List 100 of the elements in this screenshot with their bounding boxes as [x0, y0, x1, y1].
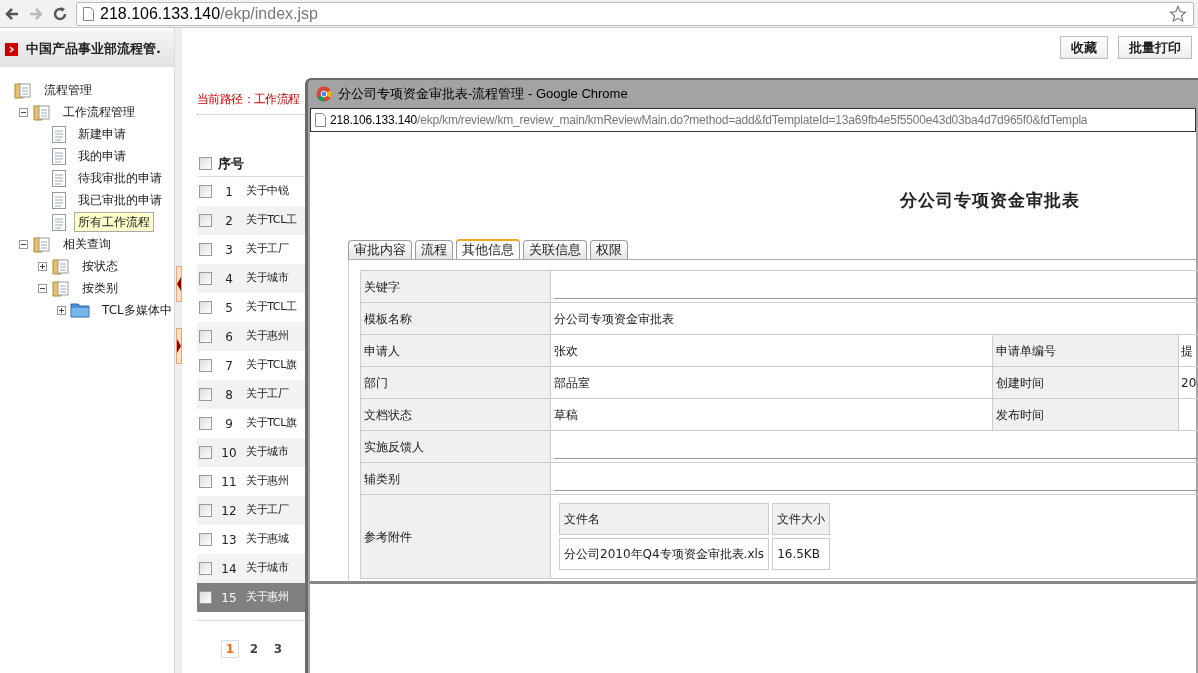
field-label: 参考附件: [360, 494, 551, 579]
collapse-icon[interactable]: [38, 283, 47, 293]
tab[interactable]: 权限: [590, 240, 628, 259]
collapse-icon[interactable]: [19, 107, 28, 117]
tab[interactable]: 流程: [415, 240, 453, 259]
row-number: 13: [220, 531, 238, 549]
page-icon: [83, 6, 94, 21]
folder-icon: [33, 235, 51, 253]
attachment-cell: 分公司2010年Q4专项资金审批表.xls: [559, 538, 770, 570]
tab[interactable]: 关联信息: [523, 240, 587, 259]
field-label: 发布时间: [992, 398, 1179, 431]
checkbox[interactable]: [199, 446, 212, 459]
field-value: 张欢: [550, 334, 993, 367]
row-number: 14: [220, 560, 238, 578]
reload-icon[interactable]: [52, 5, 68, 22]
checkbox[interactable]: [199, 388, 212, 401]
folder-icon: [33, 103, 51, 121]
row-number: 15: [220, 589, 238, 607]
row-number: 3: [224, 241, 234, 259]
row-title: 关于TCL工: [246, 299, 297, 316]
row-title: 关于惠城: [246, 531, 289, 548]
document-icon: [52, 169, 66, 187]
row-title: 关于TCL旗: [246, 415, 297, 432]
collapse-icon[interactable]: [19, 239, 28, 249]
window-title: 分公司专项资金审批表-流程管理 - Google Chrome: [338, 85, 628, 104]
tab[interactable]: 审批内容: [348, 240, 412, 259]
field-label: 辅类别: [360, 462, 551, 495]
folder-icon: [70, 302, 90, 318]
back-icon[interactable]: [4, 5, 20, 22]
page-link[interactable]: 3: [269, 640, 287, 658]
row-title: 关于惠州: [246, 328, 289, 345]
breadcrumb: 当前路径：工作流程: [197, 91, 300, 108]
star-icon[interactable]: [1169, 4, 1187, 23]
attachment-header: 文件名: [559, 503, 770, 535]
field-label: 文档状态: [360, 398, 551, 431]
row-title: 关于工厂: [246, 502, 289, 519]
tree-item[interactable]: 工作流程管理: [59, 102, 139, 122]
checkbox[interactable]: [199, 562, 212, 575]
row-number: 2: [224, 212, 234, 230]
column-header: 序号: [218, 154, 244, 173]
tree-item[interactable]: 流程管理: [40, 80, 96, 100]
field-label: 部门: [360, 366, 551, 399]
tab[interactable]: 其他信息: [456, 239, 520, 259]
row-title: 关于TCL旗: [246, 357, 297, 374]
tree-item[interactable]: 所有工作流程: [74, 212, 154, 232]
row-title: 关于惠州: [246, 589, 289, 606]
tree-item[interactable]: 我已审批的申请: [74, 190, 166, 210]
checkbox[interactable]: [199, 504, 212, 517]
toolbar-button[interactable]: 批量打印: [1118, 36, 1192, 59]
field-value: 部品室: [550, 366, 993, 399]
row-title: 关于城市: [246, 270, 289, 287]
checkbox[interactable]: [199, 157, 212, 170]
attachment-header: 文件大小: [772, 503, 831, 535]
field-label: 实施反馈人: [360, 430, 551, 463]
field-label: 申请人: [360, 334, 551, 367]
popup-address-field[interactable]: 218.106.133.140/ekp/km/review/km_review_main/kmReviewMain.do?method=add&fdTemplateId=13a69fb4e5f5500e43d03ba4d7d965f0&fdTempla: [310, 108, 1196, 132]
row-title: 关于TCL工: [246, 212, 297, 229]
tree-item[interactable]: 待我审批的申请: [74, 168, 166, 188]
row-number: 9: [224, 415, 234, 433]
checkbox[interactable]: [199, 272, 212, 285]
toolbar-button[interactable]: 收藏: [1060, 36, 1108, 59]
folder-icon: [14, 81, 32, 99]
row-number: 1: [224, 183, 234, 201]
checkbox[interactable]: [199, 533, 212, 546]
tree-item[interactable]: 新建申请: [74, 124, 130, 144]
row-number: 8: [224, 386, 234, 404]
folder-icon: [52, 279, 70, 297]
checkbox[interactable]: [199, 243, 212, 256]
sidebar-title: 中国产品事业部流程管.: [26, 40, 161, 59]
chrome-logo-icon: [316, 86, 332, 102]
url-text: 218.106.133.140/ekp/km/review/km_review_main/kmReviewMain.do?method=add&fdTemplateId=13a69fb4e5f5500e43d03ba4d7d965f0&fdTempla: [330, 112, 1088, 129]
row-number: 10: [220, 444, 238, 462]
row-number: 4: [224, 270, 234, 288]
checkbox[interactable]: [199, 359, 212, 372]
field-label: 创建时间: [992, 366, 1179, 399]
page-icon: [315, 113, 326, 127]
checkbox[interactable]: [199, 475, 212, 488]
row-title: 关于工厂: [246, 386, 289, 403]
collapse-handle[interactable]: [175, 266, 182, 302]
expand-icon[interactable]: [38, 261, 47, 271]
row-title: 关于工厂: [246, 241, 289, 258]
tree-item[interactable]: 按类别: [78, 278, 122, 298]
checkbox[interactable]: [199, 301, 212, 314]
checkbox[interactable]: [199, 330, 212, 343]
checkbox[interactable]: [199, 214, 212, 227]
document-icon: [52, 125, 66, 143]
expand-icon[interactable]: [57, 305, 66, 315]
row-number: 12: [220, 502, 238, 520]
page-link[interactable]: 2: [245, 640, 263, 658]
row-title: 关于城市: [246, 444, 289, 461]
expand-handle[interactable]: [175, 328, 182, 364]
address-field[interactable]: 218.106.133.140/ekp/index.jsp: [76, 1, 1194, 26]
tree-item[interactable]: 按状态: [78, 256, 122, 276]
checkbox[interactable]: [199, 591, 212, 604]
tree-item[interactable]: 我的申请: [74, 146, 130, 166]
tree-item[interactable]: 相关查询: [59, 234, 115, 254]
checkbox[interactable]: [199, 185, 212, 198]
folder-icon: [52, 257, 70, 275]
tree-item[interactable]: TCL多媒体中: [98, 300, 174, 320]
checkbox[interactable]: [199, 417, 212, 430]
